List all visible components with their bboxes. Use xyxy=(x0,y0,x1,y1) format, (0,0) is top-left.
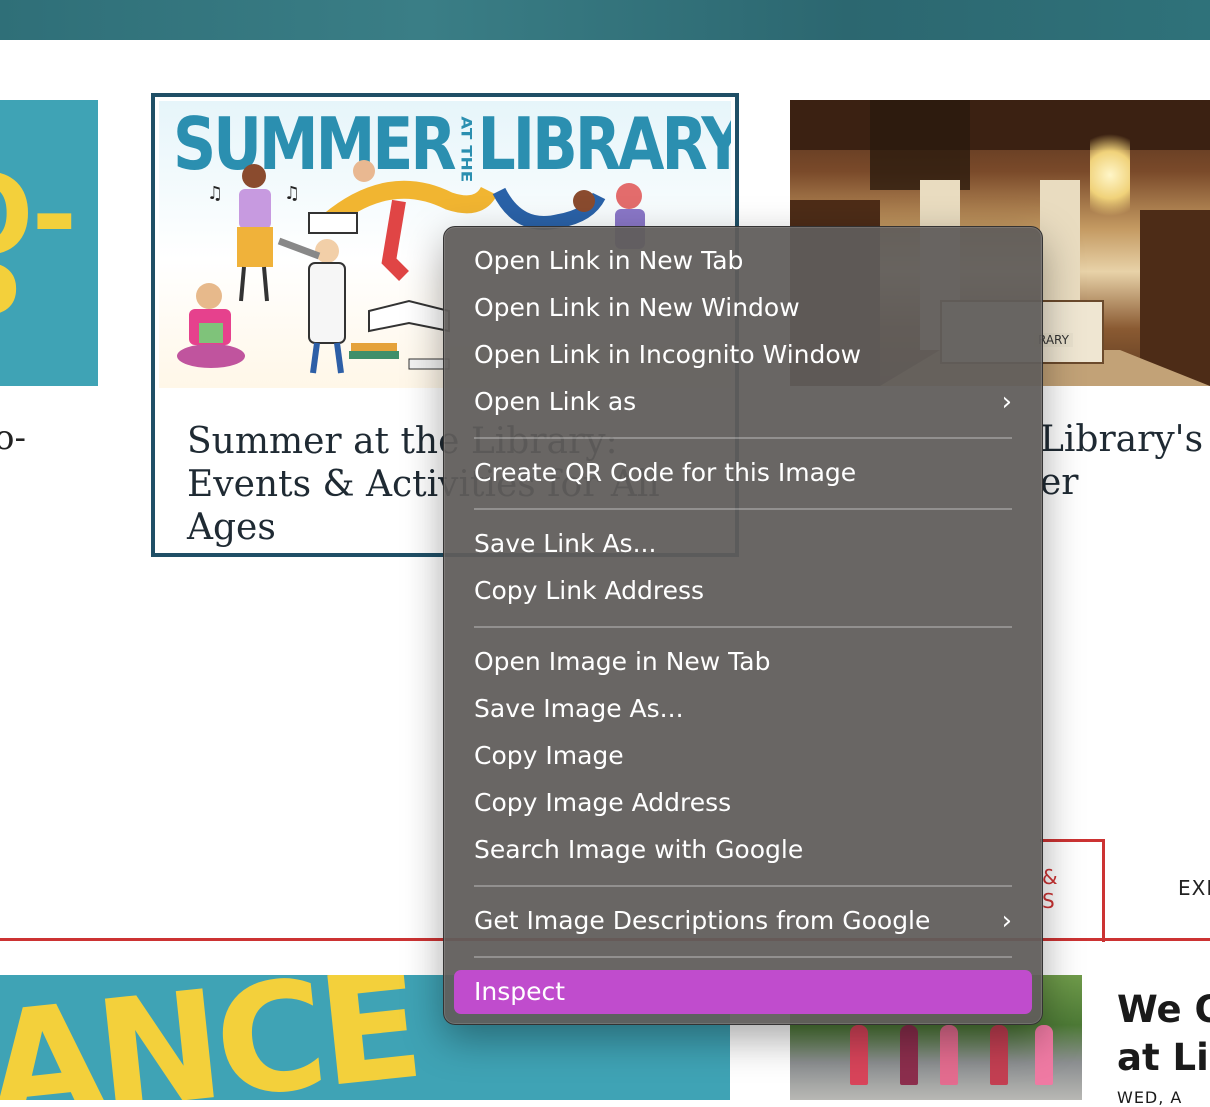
tab-active-label[interactable]: & S xyxy=(1042,865,1058,913)
dancer-figure xyxy=(940,1025,958,1085)
bottom-right-card-date: WED, A xyxy=(1117,1088,1183,1107)
menu-separator xyxy=(474,508,1012,510)
menu-item-label: Copy Image xyxy=(474,741,624,770)
menu-item-label: Open Link as xyxy=(474,387,637,416)
menu-item-open-link-in-new-tab[interactable]: Open Link in New Tab xyxy=(454,239,1032,283)
menu-item-open-link-as[interactable]: Open Link as › xyxy=(454,380,1032,424)
menu-item-label: Open Link in New Tab xyxy=(474,246,744,275)
menu-item-label: Open Image in New Tab xyxy=(474,647,771,676)
menu-item-open-image-in-new-tab[interactable]: Open Image in New Tab xyxy=(454,640,1032,684)
tab-next-label[interactable]: EXI xyxy=(1178,876,1210,900)
left-card-graphic-text: O-P xyxy=(0,151,77,360)
menu-item-get-image-descriptions-from-google[interactable]: Get Image Descriptions from Google › xyxy=(454,899,1032,943)
bottom-left-graphic-text: ANCE xyxy=(0,975,425,1100)
dancer-figure xyxy=(900,1025,918,1085)
menu-item-label: Copy Link Address xyxy=(474,576,705,605)
menu-item-search-image-with-google[interactable]: Search Image with Google xyxy=(454,828,1032,872)
svg-text:♫: ♫ xyxy=(284,183,300,204)
menu-item-label: Save Link As... xyxy=(474,529,657,558)
menu-item-copy-link-address[interactable]: Copy Link Address xyxy=(454,569,1032,613)
menu-item-copy-image-address[interactable]: Copy Image Address xyxy=(454,781,1032,825)
chevron-right-icon: › xyxy=(1001,387,1012,417)
dancer-figure xyxy=(850,1025,868,1085)
left-event-card-image[interactable]: O-P xyxy=(0,100,98,386)
menu-item-label: Get Image Descriptions from Google xyxy=(474,906,931,935)
tab-underline-right xyxy=(1104,938,1210,941)
bottom-right-card-title[interactable]: We O at Lir xyxy=(1117,986,1210,1082)
context-menu[interactable]: Open Link in New Tab Open Link in New Win… xyxy=(443,226,1043,1025)
menu-item-open-link-in-new-window[interactable]: Open Link in New Window xyxy=(454,286,1032,330)
menu-separator xyxy=(474,437,1012,439)
menu-item-label: Inspect xyxy=(474,977,566,1006)
menu-item-copy-image[interactable]: Copy Image xyxy=(454,734,1032,778)
menu-item-label: Open Link in Incognito Window xyxy=(474,340,862,369)
dancer-figure xyxy=(1035,1025,1053,1085)
menu-item-label: Open Link in New Window xyxy=(474,293,800,322)
chevron-right-icon: › xyxy=(1001,906,1012,936)
menu-item-label: Search Image with Google xyxy=(474,835,804,864)
right-card-title-line: Library's N er xyxy=(1040,419,1204,503)
top-banner xyxy=(0,0,1210,40)
menu-item-save-link-as[interactable]: Save Link As... xyxy=(454,522,1032,566)
menu-item-create-qr-code-for-this-image[interactable]: Create QR Code for this Image xyxy=(454,451,1032,495)
dancer-figure xyxy=(990,1025,1008,1085)
right-card-title[interactable]: Library's N er xyxy=(1040,418,1210,504)
menu-item-label: Copy Image Address xyxy=(474,788,732,817)
menu-item-inspect[interactable]: Inspect xyxy=(454,970,1032,1014)
menu-item-open-link-in-incognito-window[interactable]: Open Link in Incognito Window xyxy=(454,333,1032,377)
menu-separator xyxy=(474,885,1012,887)
chandelier-graphic xyxy=(1090,120,1130,230)
svg-text:♫: ♫ xyxy=(207,183,223,204)
menu-separator xyxy=(474,956,1012,958)
menu-item-save-image-as[interactable]: Save Image As... xyxy=(454,687,1032,731)
menu-item-label: Save Image As... xyxy=(474,694,684,723)
menu-separator xyxy=(474,626,1012,628)
menu-item-label: Create QR Code for this Image xyxy=(474,458,857,487)
left-card-title[interactable]: o- xyxy=(0,418,26,458)
